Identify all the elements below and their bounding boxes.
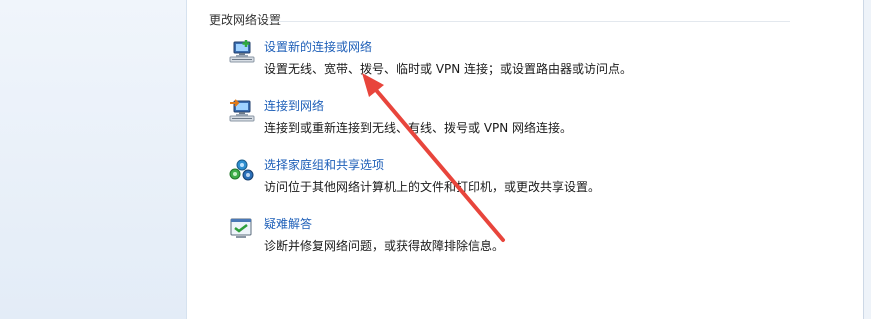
task-title[interactable]: 疑难解答 (264, 215, 312, 232)
task-description: 设置无线、宽带、拨号、临时或 VPN 连接；或设置路由器或访问点。 (264, 62, 633, 76)
section-header: 更改网络设置 (209, 13, 282, 27)
troubleshoot-icon (230, 218, 252, 238)
connect-network-icon (229, 99, 255, 122)
new-connection-icon (229, 40, 255, 63)
section-divider (270, 21, 790, 22)
task-title[interactable]: 设置新的连接或网络 (264, 38, 372, 55)
scrollbar[interactable] (863, 0, 871, 319)
homegroup-icon (229, 159, 254, 181)
task-description: 连接到或重新连接到无线、有线、拨号或 VPN 网络连接。 (264, 121, 573, 135)
task-description: 诊断并修复网络问题，或获得故障排除信息。 (264, 239, 505, 253)
task-title[interactable]: 连接到网络 (264, 97, 324, 114)
navigation-pane (0, 0, 187, 319)
task-title[interactable]: 选择家庭组和共享选项 (264, 156, 384, 173)
task-description: 访问位于其他网络计算机上的文件和打印机，或更改共享设置。 (264, 180, 601, 194)
